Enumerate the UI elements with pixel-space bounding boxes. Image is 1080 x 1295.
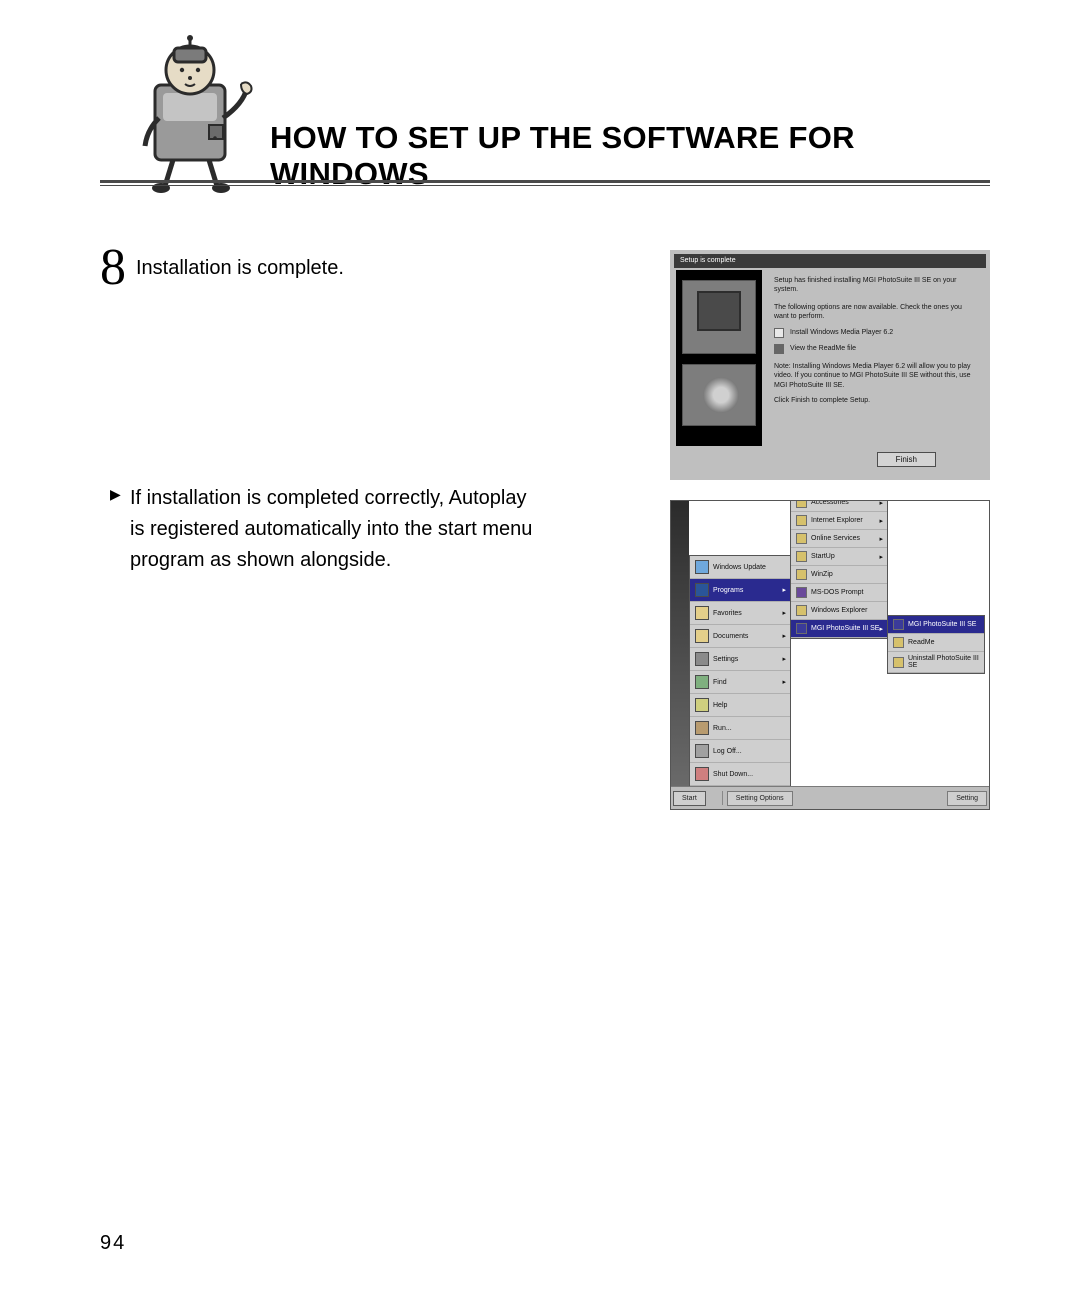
mascot-illustration [115, 30, 265, 195]
dialog-titlebar: Setup is complete [674, 254, 986, 268]
file-icon [893, 637, 904, 648]
taskbar-tray[interactable]: Setting [947, 791, 987, 806]
final-sub-item[interactable]: ReadMe [888, 634, 984, 652]
globe-icon [695, 560, 709, 574]
page-number: 94 [100, 1232, 126, 1255]
app-icon [796, 587, 807, 598]
start-menu-banner [671, 501, 689, 787]
dialog-note: Note: Installing Windows Media Player 6.… [774, 362, 976, 390]
start-item-help[interactable]: Help [690, 694, 790, 717]
note-text: If installation is completed correctly, … [130, 483, 540, 576]
step-text: Installation is complete. [100, 250, 540, 283]
chevron-right-icon: ▸ [782, 609, 786, 617]
taskbar-item[interactable]: Setting Options [727, 791, 793, 806]
programs-sub-item[interactable]: WinZip [791, 566, 887, 584]
start-item-run[interactable]: Run... [690, 717, 790, 740]
chevron-right-icon: ▸ [782, 632, 786, 640]
star-icon [695, 606, 709, 620]
start-item-shutdown[interactable]: Shut Down... [690, 763, 790, 786]
app-icon [796, 623, 807, 634]
start-item-logoff[interactable]: Log Off... [690, 740, 790, 763]
folder-icon [796, 569, 807, 580]
shutdown-icon [695, 767, 709, 781]
final-sub-title[interactable]: MGI PhotoSuite III SE [888, 616, 984, 634]
photosuite-submenu: MGI PhotoSuite III SE ReadMe Uninstall P… [887, 615, 985, 674]
logoff-icon [695, 744, 709, 758]
dialog-line2: The following options are now available.… [774, 303, 976, 322]
start-item-programs[interactable]: Programs ▸ [690, 579, 790, 602]
programs-icon [695, 583, 709, 597]
final-sub-item[interactable]: Uninstall PhotoSuite III SE [888, 652, 984, 673]
start-item-settings[interactable]: Settings ▸ [690, 648, 790, 671]
app-icon [893, 619, 904, 630]
start-button[interactable]: Start [673, 791, 706, 806]
folder-icon [796, 533, 807, 544]
programs-sub-item[interactable]: Internet Explorer▸ [791, 512, 887, 530]
start-item-winupdate[interactable]: Windows Update [690, 556, 790, 579]
programs-sub-selected[interactable]: MGI PhotoSuite III SE▸ [791, 620, 887, 638]
programs-sub-item[interactable]: StartUp▸ [791, 548, 887, 566]
cd-icon [682, 364, 756, 426]
checkbox-icon[interactable] [774, 328, 784, 338]
help-icon [695, 698, 709, 712]
search-icon [695, 675, 709, 689]
folder-icon [796, 515, 807, 526]
start-item-find[interactable]: Find ▸ [690, 671, 790, 694]
programs-sub-item[interactable]: Accessories▸ [791, 500, 887, 512]
header-rule [100, 180, 990, 185]
run-icon [695, 721, 709, 735]
programs-sub-item[interactable]: Windows Explorer [791, 602, 887, 620]
folder-icon [796, 500, 807, 508]
start-item-documents[interactable]: Documents ▸ [690, 625, 790, 648]
dialog-option-1: Install Windows Media Player 6.2 [790, 328, 893, 337]
checkbox-icon[interactable] [774, 344, 784, 354]
chevron-right-icon: ▸ [782, 678, 786, 686]
start-menu-screenshot: Windows Update Programs ▸ Favorites ▸ Do… [670, 500, 990, 810]
monitor-icon [682, 280, 756, 354]
programs-sub-item[interactable]: MS-DOS Prompt [791, 584, 887, 602]
programs-submenu: Accessories▸ Internet Explorer▸ Online S… [790, 500, 888, 639]
quicklaunch-sep [714, 791, 723, 805]
uninstall-icon [893, 657, 904, 668]
dialog-line1: Setup has finished installing MGI PhotoS… [774, 276, 976, 295]
folder-icon [796, 551, 807, 562]
finish-button[interactable]: Finish [877, 452, 936, 467]
start-menu: Windows Update Programs ▸ Favorites ▸ Do… [689, 555, 791, 787]
install-complete-dialog: Setup is complete Setup has finished ins… [670, 250, 990, 480]
programs-sub-item[interactable]: Online Services▸ [791, 530, 887, 548]
dialog-finish-hint: Click Finish to complete Setup. [774, 396, 976, 405]
dialog-option-2: View the ReadMe file [790, 344, 856, 353]
app-icon [796, 605, 807, 616]
start-item-favorites[interactable]: Favorites ▸ [690, 602, 790, 625]
chevron-right-icon: ▸ [782, 655, 786, 663]
note-block: ▶ If installation is completed correctly… [100, 483, 540, 576]
pointer-icon: ▶ [110, 486, 121, 503]
gear-icon [695, 652, 709, 666]
chevron-right-icon: ▸ [782, 586, 786, 594]
step-number: 8 [100, 242, 126, 294]
documents-icon [695, 629, 709, 643]
taskbar: Start Setting Options Setting [671, 786, 989, 809]
